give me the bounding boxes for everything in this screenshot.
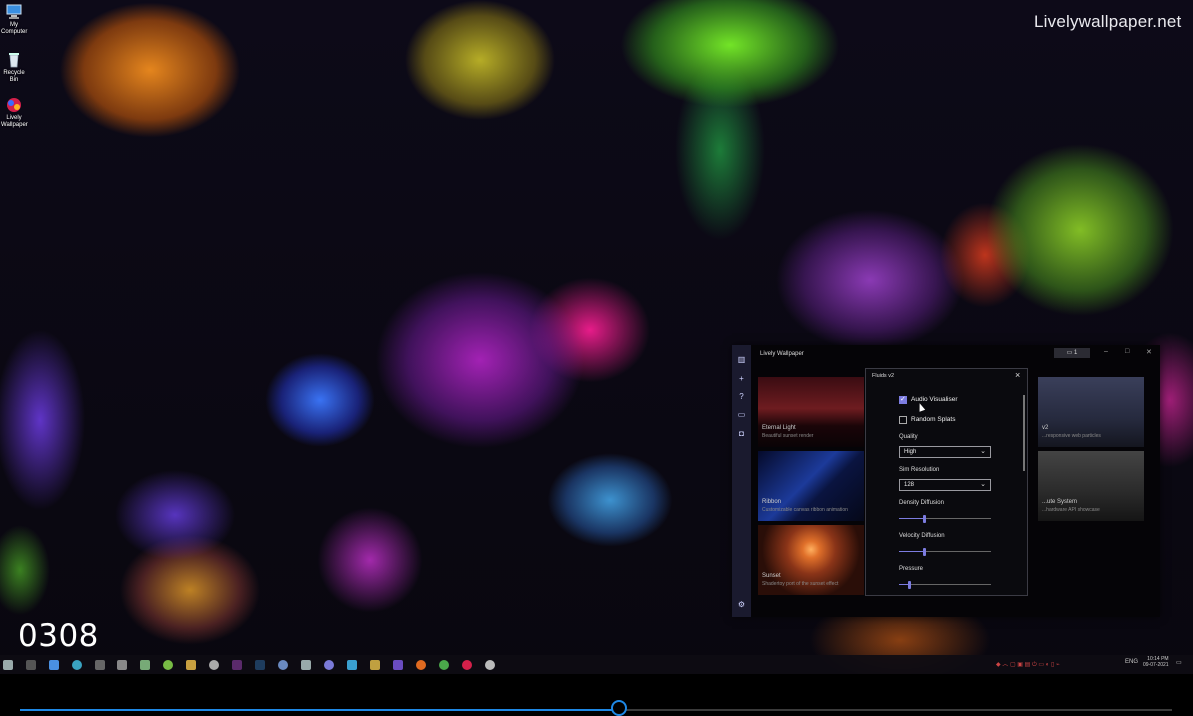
- feedback-icon[interactable]: ▭: [737, 410, 746, 419]
- wallpaper-card[interactable]: Sunset Shadertoy port of the sunset effe…: [758, 525, 864, 595]
- dialog-scrollbar[interactable]: [1023, 395, 1025, 471]
- lively-taskbar-icon[interactable]: [462, 660, 472, 670]
- wallpaper-card[interactable]: Eternal Light Beautiful sunset render: [758, 377, 864, 447]
- app-icon[interactable]: [186, 660, 196, 670]
- velocity-diffusion-slider[interactable]: [899, 548, 991, 556]
- desktop-icon-label: Lively Wallpaper: [1, 115, 28, 128]
- desktop-icon-label: Recycle Bin: [3, 70, 25, 83]
- chevron-down-icon: ⌄: [980, 481, 986, 488]
- clock-date: 09-07-2021: [1143, 662, 1169, 668]
- wallpaper-customize-dialog: Fluids v2 × ✓ Audio Visualiser Random Sp…: [865, 368, 1028, 596]
- app-icon[interactable]: [278, 660, 288, 670]
- screensaver-icon[interactable]: ◘: [737, 429, 746, 438]
- github-icon[interactable]: [209, 660, 219, 670]
- audio-visualiser-checkbox[interactable]: ✓: [899, 396, 907, 404]
- monitor-number: 1: [1074, 350, 1078, 356]
- app-icon[interactable]: [117, 660, 127, 670]
- app-icon[interactable]: [347, 660, 357, 670]
- tray-icons[interactable]: ◆ ︿ ▢ ▣ ▤ ⏻ ▭ ◐ ▯ ⌁: [996, 659, 1060, 669]
- notification-icon[interactable]: ▭: [1176, 659, 1182, 666]
- wallpaper-description: ...responsive web particles: [1042, 433, 1101, 439]
- language-indicator[interactable]: ENG: [1125, 659, 1138, 665]
- wallpaper-description: Shadertoy port of the sunset effect: [762, 581, 839, 587]
- slider-thumb[interactable]: [908, 581, 912, 589]
- task-view-icon[interactable]: [26, 660, 36, 670]
- sim-resolution-label: Sim Resolution: [899, 467, 940, 473]
- frame-counter: 0308: [18, 618, 99, 654]
- quality-value: High: [904, 449, 917, 455]
- settings-icon[interactable]: ⚙: [737, 600, 746, 609]
- quality-dropdown[interactable]: High ⌄: [899, 446, 991, 458]
- help-icon[interactable]: ?: [737, 392, 746, 401]
- start-icon[interactable]: [3, 660, 13, 670]
- slider-thumb[interactable]: [922, 548, 926, 556]
- wallpaper-card[interactable]: ...ute System ...hardware API showcase: [1038, 451, 1144, 521]
- sim-resolution-dropdown[interactable]: 128 ⌄: [899, 479, 991, 491]
- wallpaper-title: v2: [1042, 425, 1049, 431]
- wallpaper-description: ...hardware API showcase: [1042, 507, 1100, 513]
- monitor-select-button[interactable]: ▭ 1: [1054, 348, 1090, 358]
- sim-resolution-value: 128: [904, 482, 915, 488]
- chrome-icon[interactable]: [439, 660, 449, 670]
- app-icon[interactable]: [324, 660, 334, 670]
- premiere-icon[interactable]: [232, 660, 242, 670]
- wallpaper-title: Eternal Light: [762, 425, 796, 431]
- clock[interactable]: 10:14 PM 09-07-2021: [1143, 656, 1169, 668]
- pressure-label: Pressure: [899, 566, 924, 572]
- seek-progress: [20, 709, 620, 711]
- lively-app-icon: [5, 97, 23, 113]
- photoshop-icon[interactable]: [255, 660, 265, 670]
- folder-icon[interactable]: [370, 660, 380, 670]
- wallpaper-title: Sunset: [762, 573, 781, 579]
- pressure-slider[interactable]: [899, 581, 991, 589]
- wallpaper-description: Customizable canvas ribbon animation: [762, 507, 848, 513]
- video-player-bar: [0, 674, 1193, 716]
- wallpaper-title: ...ute System: [1042, 499, 1078, 505]
- chevron-down-icon: ⌄: [980, 448, 986, 455]
- desktop-icon-lively[interactable]: Lively Wallpaper: [1, 97, 28, 129]
- app-icon[interactable]: [301, 660, 311, 670]
- desktop-icon-recycle-bin[interactable]: Recycle Bin: [1, 52, 27, 84]
- taskbar: ◆ ︿ ▢ ▣ ▤ ⏻ ▭ ◐ ▯ ⌁ ENG 10:14 PM 09-07-2…: [0, 655, 1193, 674]
- settings-gear-icon[interactable]: [485, 660, 495, 670]
- random-splats-label: Random Splats: [911, 416, 956, 423]
- add-wallpaper-icon[interactable]: +: [737, 374, 746, 383]
- wallpaper-card[interactable]: Ribbon Customizable canvas ribbon animat…: [758, 451, 864, 521]
- random-splats-checkbox[interactable]: [899, 416, 907, 424]
- dialog-title: Fluids v2: [872, 373, 895, 379]
- firefox-icon[interactable]: [416, 660, 426, 670]
- app-icon[interactable]: [140, 660, 150, 670]
- app-icon[interactable]: [49, 660, 59, 670]
- lively-sidebar: ▥ + ? ▭ ◘ ⚙: [732, 345, 751, 617]
- wallpaper-description: Beautiful sunset render: [762, 433, 814, 439]
- density-diffusion-slider[interactable]: [899, 515, 991, 523]
- recycle-bin-icon: [5, 52, 23, 68]
- slider-thumb[interactable]: [922, 515, 926, 523]
- quality-label: Quality: [899, 434, 918, 440]
- app-icon[interactable]: [95, 660, 105, 670]
- app-icon[interactable]: [163, 660, 173, 670]
- edge-icon[interactable]: [72, 660, 82, 670]
- dialog-close-icon[interactable]: ×: [1015, 370, 1020, 380]
- wallpaper-title: Ribbon: [762, 499, 782, 505]
- minimize-button[interactable]: –: [1104, 348, 1108, 355]
- audio-visualiser-label: Audio Visualiser: [911, 396, 958, 403]
- seek-thumb[interactable]: [611, 700, 628, 716]
- desktop-icon-label: My Computer: [1, 22, 28, 35]
- maximize-button[interactable]: □: [1125, 348, 1129, 355]
- checkmark-icon: ✓: [900, 396, 906, 403]
- wallpaper-card[interactable]: v2 ...responsive web particles: [1038, 377, 1144, 447]
- window-title: Lively Wallpaper: [760, 351, 804, 357]
- density-diffusion-label: Density Diffusion: [899, 500, 944, 506]
- desktop-icon-my-computer[interactable]: My Computer: [1, 4, 27, 36]
- watermark: Livelywallpaper.net: [1034, 12, 1182, 31]
- seek-bar[interactable]: [20, 700, 1172, 716]
- close-window-button[interactable]: ✕: [1146, 348, 1152, 356]
- computer-icon: [5, 4, 23, 20]
- visual-studio-icon[interactable]: [393, 660, 403, 670]
- velocity-diffusion-label: Velocity Diffusion: [899, 533, 945, 539]
- library-icon[interactable]: ▥: [737, 355, 746, 364]
